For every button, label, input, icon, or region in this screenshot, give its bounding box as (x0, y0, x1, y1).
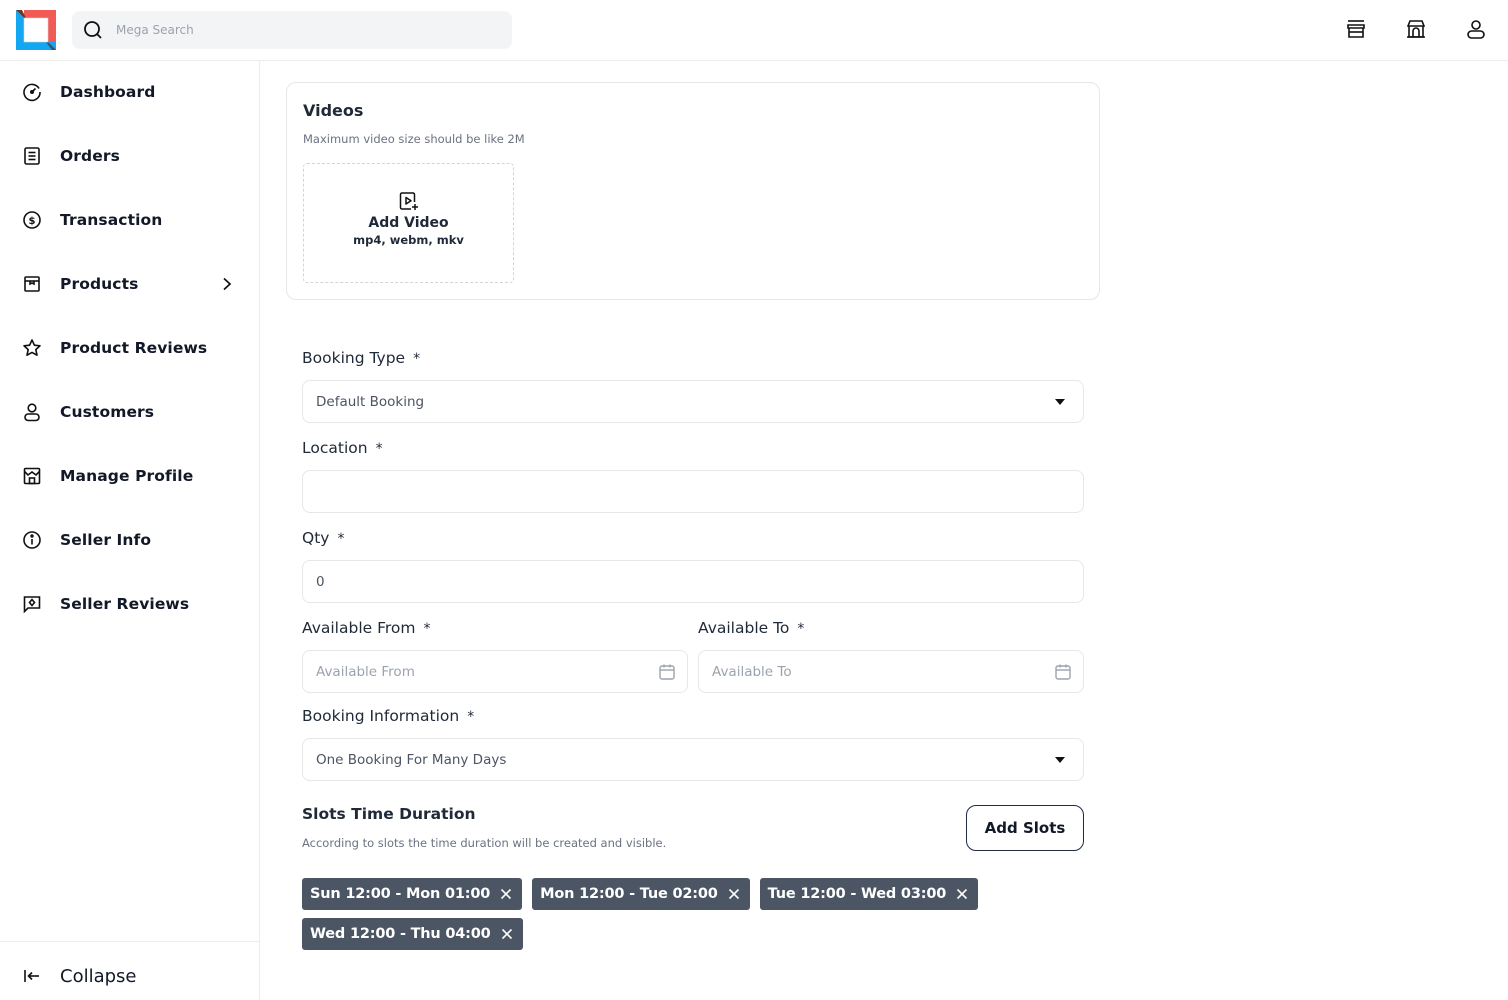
sidebar-item-seller-info[interactable]: Seller Info (0, 518, 259, 562)
user-icon[interactable] (1464, 17, 1488, 41)
sidebar-item-label: Product Reviews (60, 339, 208, 357)
user-icon (21, 401, 43, 423)
sidebar-item-product-reviews[interactable]: Product Reviews (0, 326, 259, 370)
sidebar-item-label: Seller Info (60, 531, 152, 549)
location-input[interactable] (316, 483, 1036, 500)
sidebar-item-manage-profile[interactable]: Manage Profile (0, 454, 259, 498)
caret-down-icon (1055, 757, 1065, 763)
qty-input[interactable] (316, 573, 1036, 590)
storefront-icon (21, 465, 43, 487)
collapse-label: Collapse (60, 965, 137, 987)
top-bar (0, 0, 1508, 61)
dashboard-gauge-icon (21, 81, 43, 103)
close-icon[interactable] (499, 926, 515, 942)
product-box-icon (21, 273, 43, 295)
booking-type-select[interactable]: Default Booking (302, 380, 1084, 423)
sidebar-item-label: Products (60, 275, 139, 293)
search-icon (82, 19, 104, 41)
caret-down-icon (1055, 399, 1065, 405)
slot-chip-label: Sun 12:00 - Mon 01:00 (310, 886, 491, 902)
booking-information-label: Booking Information * (302, 707, 475, 725)
sidebar-item-customers[interactable]: Customers (0, 390, 259, 434)
mega-search (72, 11, 512, 49)
collapse-arrow-icon (21, 965, 43, 987)
sidebar-item-transaction[interactable]: $ Transaction (0, 198, 259, 242)
chevron-right-icon[interactable] (218, 275, 236, 293)
sidebar-item-seller-reviews[interactable]: Seller Reviews (0, 582, 259, 626)
available-to-field[interactable] (698, 650, 1084, 693)
available-to-input[interactable] (712, 663, 1036, 680)
qty-label: Qty * (302, 529, 345, 547)
available-from-input[interactable] (316, 663, 640, 680)
add-slots-button[interactable]: Add Slots (966, 805, 1084, 851)
available-from-field[interactable] (302, 650, 688, 693)
slot-chip-label: Mon 12:00 - Tue 02:00 (540, 886, 718, 902)
sidebar-item-orders[interactable]: Orders (0, 134, 259, 178)
sidebar-item-products[interactable]: Products (0, 262, 259, 306)
calendar-icon[interactable] (1053, 662, 1073, 682)
svg-text:$: $ (29, 216, 36, 227)
review-message-icon (21, 593, 43, 615)
shop-icon[interactable] (1404, 17, 1428, 41)
video-add-icon (398, 190, 420, 212)
booking-information-value: One Booking For Many Days (316, 751, 507, 768)
sidebar-footer: Collapse (0, 941, 259, 1000)
slot-chips: Sun 12:00 - Mon 01:00 Mon 12:00 - Tue 02… (302, 878, 1002, 950)
available-from-label: Available From * (302, 619, 431, 637)
videos-card: Videos Maximum video size should be like… (286, 82, 1100, 300)
booking-information-select[interactable]: One Booking For Many Days (302, 738, 1084, 781)
slot-chip: Wed 12:00 - Thu 04:00 (302, 918, 523, 950)
star-icon (21, 337, 43, 359)
calendar-icon[interactable] (657, 662, 677, 682)
close-icon[interactable] (726, 886, 742, 902)
booking-type-value: Default Booking (316, 393, 425, 410)
sidebar-item-label: Dashboard (60, 83, 156, 101)
slot-chip: Sun 12:00 - Mon 01:00 (302, 878, 523, 910)
sidebar-item-label: Orders (60, 147, 120, 165)
close-icon[interactable] (498, 886, 514, 902)
sidebar-item-label: Customers (60, 403, 155, 421)
info-icon (21, 529, 43, 551)
sidebar-item-dashboard[interactable]: Dashboard (0, 70, 259, 114)
location-field[interactable] (302, 470, 1084, 513)
videos-subtitle: Maximum video size should be like 2M (303, 132, 525, 146)
slot-chip: Tue 12:00 - Wed 03:00 (759, 878, 979, 910)
store-icon[interactable] (1344, 17, 1368, 41)
booking-type-label: Booking Type * (302, 349, 421, 367)
video-formats: mp4, webm, mkv (353, 233, 464, 247)
sidebar: Dashboard Orders $ Transaction Products … (0, 61, 260, 1000)
add-video-label: Add Video (368, 215, 449, 231)
videos-title: Videos (303, 101, 364, 120)
slot-chip-label: Wed 12:00 - Thu 04:00 (310, 926, 491, 942)
slots-subtitle: According to slots the time duration wil… (302, 836, 667, 850)
slot-chip-label: Tue 12:00 - Wed 03:00 (767, 886, 947, 902)
add-video-dropzone[interactable]: Add Video mp4, webm, mkv (303, 163, 514, 283)
close-icon[interactable] (954, 886, 970, 902)
app-logo[interactable] (16, 10, 56, 50)
sidebar-item-label: Manage Profile (60, 467, 194, 485)
collapse-button[interactable]: Collapse (0, 954, 259, 998)
sidebar-item-label: Seller Reviews (60, 595, 190, 613)
qty-field[interactable] (302, 560, 1084, 603)
search-input[interactable] (116, 23, 476, 37)
dollar-circle-icon: $ (21, 209, 43, 231)
slots-title: Slots Time Duration (302, 805, 476, 823)
orders-list-icon (21, 145, 43, 167)
sidebar-item-label: Transaction (60, 211, 163, 229)
available-to-label: Available To * (698, 619, 805, 637)
slot-chip: Mon 12:00 - Tue 02:00 (532, 878, 750, 910)
location-label: Location * (302, 439, 383, 457)
